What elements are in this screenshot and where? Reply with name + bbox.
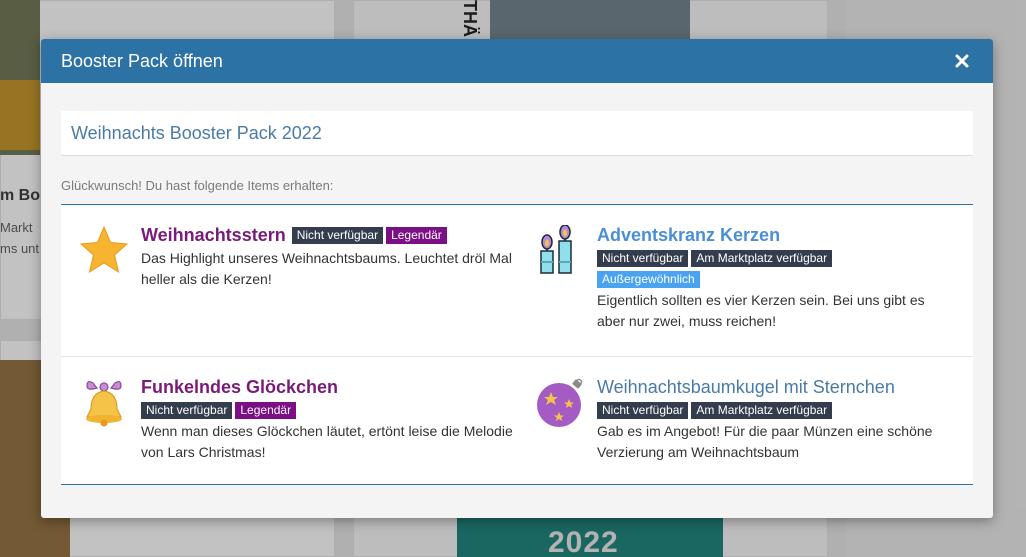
list-item: Funkelndes Glöckchen Nicht verfügbar Leg…	[61, 357, 535, 484]
item-name: Adventskranz Kerzen	[597, 225, 781, 245]
item-name: Funkelndes Glöckchen	[141, 377, 339, 397]
modal-title: Booster Pack öffnen	[61, 50, 223, 71]
item-name: Weihnachtsstern	[141, 225, 286, 245]
list-item: Weihnachtsstern Nicht verfügbar Legendär…	[61, 205, 535, 356]
modal-header: Booster Pack öffnen	[41, 39, 993, 83]
items-row: Funkelndes Glöckchen Nicht verfügbar Leg…	[61, 357, 973, 484]
items-list: Weihnachtsstern Nicht verfügbar Legendär…	[61, 204, 973, 485]
star-icon	[79, 225, 129, 274]
list-item: Weihnachtsbaumkugel mit Sternchen Nicht …	[535, 357, 971, 484]
ornament-icon	[537, 378, 583, 427]
rarity-badge: Legendär	[386, 227, 447, 244]
close-button[interactable]	[951, 50, 973, 72]
item-description: Eigentlich sollten es vier Kerzen sein. …	[597, 292, 925, 329]
rarity-badge: Außergewöhnlich	[597, 271, 700, 288]
item-description: Gab es im Angebot! Für die paar Münzen e…	[597, 423, 933, 460]
bell-icon	[86, 380, 122, 427]
item-description: Wenn man dieses Glöckchen läutet, ertönt…	[141, 423, 513, 460]
close-icon	[955, 54, 969, 68]
item-description: Das Highlight unseres Weihnachtsbaums. L…	[141, 250, 512, 287]
status-badge: Nicht verfügbar	[141, 402, 233, 419]
candles-icon	[540, 225, 572, 274]
pack-title: Weihnachts Booster Pack 2022	[71, 122, 322, 143]
congrats-text: Glückwunsch! Du hast folgende Items erha…	[61, 178, 334, 193]
status-badge: Nicht verfügbar	[597, 402, 689, 419]
item-name: Weihnachtsbaumkugel mit Sternchen	[597, 377, 895, 397]
booster-pack-modal: Booster Pack öffnen Weihnachts Booster P…	[41, 39, 993, 518]
items-row: Weihnachtsstern Nicht verfügbar Legendär…	[61, 205, 973, 357]
pack-title-box: Weihnachts Booster Pack 2022	[61, 111, 973, 156]
status-badge: Nicht verfügbar	[291, 227, 384, 244]
marketplace-badge: Am Marktplatz verfügbar	[691, 402, 833, 419]
list-item: Adventskranz Kerzen Nicht verfügbar Am M…	[535, 205, 971, 356]
modal-body: Weihnachts Booster Pack 2022 Glückwunsch…	[41, 83, 993, 485]
marketplace-badge: Am Marktplatz verfügbar	[691, 250, 833, 267]
status-badge: Nicht verfügbar	[597, 250, 689, 267]
rarity-badge: Legendär	[235, 402, 297, 419]
